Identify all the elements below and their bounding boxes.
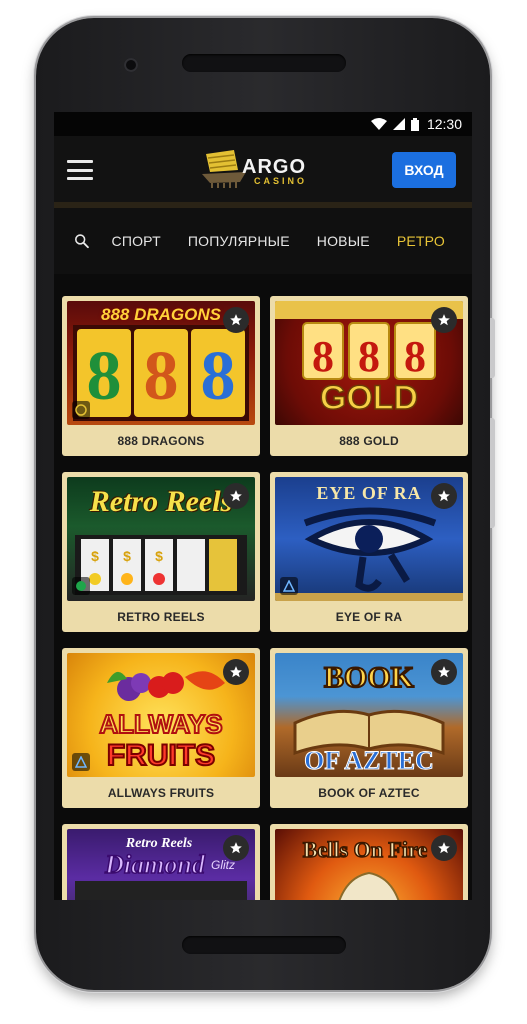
svg-text:$: $ xyxy=(123,548,131,564)
signal-icon xyxy=(392,118,405,130)
tab-retro[interactable]: РЕТРО xyxy=(397,233,445,249)
app-screen: 12:30 ARGO CASINO ВХОД СПОРТ ПОПУЛЯРНЫЕ xyxy=(54,112,472,900)
star-icon xyxy=(438,842,450,854)
svg-text:GOLD: GOLD xyxy=(320,379,418,417)
game-title: EYE OF RA xyxy=(335,610,403,624)
favorite-star-button[interactable] xyxy=(223,483,249,509)
front-camera xyxy=(124,58,138,72)
game-thumbnail[interactable]: Retro Reels Diamond Glitz 7 7 7 xyxy=(67,829,255,900)
menu-line xyxy=(67,168,93,172)
provider-a-icon xyxy=(75,756,87,768)
star-icon xyxy=(230,314,242,326)
battery-icon xyxy=(410,117,419,131)
category-tabs: СПОРТ ПОПУЛЯРНЫЕ НОВЫЕ РЕТРО xyxy=(54,208,472,274)
star-icon xyxy=(438,666,450,678)
provider-icon xyxy=(72,753,90,771)
svg-text:7: 7 xyxy=(99,895,116,900)
favorite-star-button[interactable] xyxy=(431,307,457,333)
game-thumbnail[interactable]: EYE OF RA xyxy=(275,477,463,601)
svg-text:7: 7 xyxy=(207,895,224,900)
star-icon xyxy=(438,314,450,326)
game-card-bells-on-fire[interactable]: Bells On Fire xyxy=(270,824,468,900)
game-card-eye-of-ra[interactable]: EYE OF RA EYE OF RA xyxy=(270,472,468,632)
logo-sub-text: CASINO xyxy=(254,176,308,186)
favorite-star-button[interactable] xyxy=(431,835,457,861)
favorite-star-button[interactable] xyxy=(223,659,249,685)
star-icon xyxy=(230,490,242,502)
svg-text:8: 8 xyxy=(404,332,426,381)
app-header: ARGO CASINO ВХОД xyxy=(54,136,472,208)
game-title: BOOK OF AZTEC xyxy=(318,786,420,800)
provider-icon xyxy=(72,577,90,595)
ship-logo-icon xyxy=(202,150,246,188)
svg-text:Bells On Fire: Bells On Fire xyxy=(303,837,427,862)
svg-text:ALLWAYS: ALLWAYS xyxy=(99,709,222,739)
svg-text:$: $ xyxy=(155,548,163,564)
provider-green-icon xyxy=(76,581,86,591)
menu-line xyxy=(67,177,93,180)
argo-casino-logo[interactable]: ARGO CASINO xyxy=(200,148,330,194)
volume-button xyxy=(490,318,495,378)
game-thumbnail[interactable]: Retro Reels $ $ $ xyxy=(67,477,255,601)
game-title: RETRO REELS xyxy=(117,610,205,624)
svg-text:Retro Reels: Retro Reels xyxy=(125,836,193,851)
svg-text:$: $ xyxy=(91,548,99,564)
svg-text:Diamond: Diamond xyxy=(104,850,206,879)
game-card-retro-reels-diamond[interactable]: Retro Reels Diamond Glitz 7 7 7 xyxy=(62,824,260,900)
favorite-star-button[interactable] xyxy=(223,307,249,333)
hamburger-menu-button[interactable] xyxy=(66,156,94,184)
game-card-888-dragons[interactable]: 888 DRAGONS 8 8 8 888 DRAGONS xyxy=(62,296,260,456)
tab-new[interactable]: НОВЫЕ xyxy=(317,233,370,249)
provider-a-icon xyxy=(283,580,295,592)
menu-line xyxy=(67,160,93,163)
wifi-icon xyxy=(370,118,387,130)
svg-text:8: 8 xyxy=(144,338,179,415)
svg-text:8: 8 xyxy=(87,338,122,415)
svg-text:OF AZTEC: OF AZTEC xyxy=(304,746,434,775)
earpiece-speaker xyxy=(182,54,346,72)
svg-text:8: 8 xyxy=(201,338,236,415)
provider-icon xyxy=(72,401,90,419)
svg-text:7: 7 xyxy=(153,895,170,900)
login-button[interactable]: ВХОД xyxy=(392,152,456,188)
tab-sport[interactable]: СПОРТ xyxy=(112,233,161,249)
game-thumbnail[interactable]: ALLWAYS FRUITS xyxy=(67,653,255,777)
game-card-book-of-aztec[interactable]: BOOK OF AZTEC BOOK OF AZTEC xyxy=(270,648,468,808)
svg-text:FRUITS: FRUITS xyxy=(107,739,215,772)
game-title: ALLWAYS FRUITS xyxy=(107,786,215,800)
star-icon xyxy=(230,666,242,678)
status-bar: 12:30 xyxy=(54,112,472,136)
svg-text:8: 8 xyxy=(312,332,334,381)
game-title: 888 DRAGONS xyxy=(117,434,205,448)
games-grid: 888 DRAGONS 8 8 8 888 DRAGONS 8 8 8 GOLD… xyxy=(54,282,472,900)
game-card-allways-fruits[interactable]: ALLWAYS FRUITS ALLWAYS FRUITS xyxy=(62,648,260,808)
svg-text:8: 8 xyxy=(358,332,380,381)
game-thumbnail[interactable]: Bells On Fire xyxy=(275,829,463,900)
game-card-888-gold[interactable]: 8 8 8 GOLD 888 GOLD xyxy=(270,296,468,456)
star-icon xyxy=(438,490,450,502)
game-thumbnail[interactable]: 888 DRAGONS 8 8 8 xyxy=(67,301,255,425)
power-button xyxy=(490,418,495,528)
search-icon[interactable] xyxy=(74,226,90,256)
provider-icon xyxy=(280,577,298,595)
bottom-speaker xyxy=(182,936,346,954)
svg-text:BOOK: BOOK xyxy=(324,661,415,694)
game-thumbnail[interactable]: BOOK OF AZTEC xyxy=(275,653,463,777)
status-time: 12:30 xyxy=(426,116,462,132)
game-title: 888 GOLD xyxy=(339,434,399,448)
game-card-retro-reels[interactable]: Retro Reels $ $ $ RETRO REELS xyxy=(62,472,260,632)
favorite-star-button[interactable] xyxy=(223,835,249,861)
favorite-star-button[interactable] xyxy=(431,659,457,685)
provider-gold-icon xyxy=(75,404,87,416)
star-icon xyxy=(230,842,242,854)
favorite-star-button[interactable] xyxy=(431,483,457,509)
game-thumbnail[interactable]: 8 8 8 GOLD xyxy=(275,301,463,425)
tab-popular[interactable]: ПОПУЛЯРНЫЕ xyxy=(188,233,290,249)
